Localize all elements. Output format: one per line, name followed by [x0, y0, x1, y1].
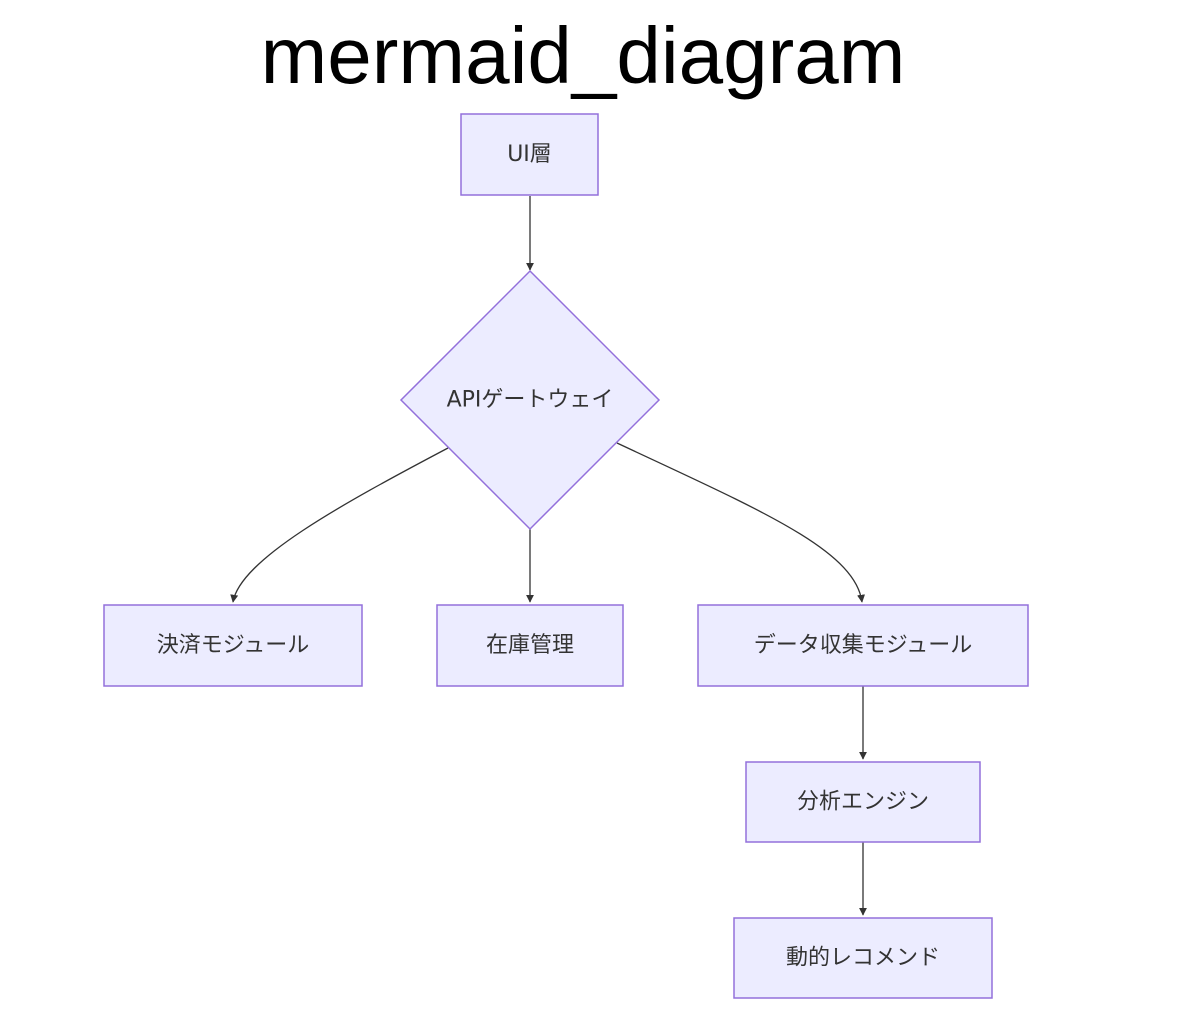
node-data-collection-module: データ収集モジュール [697, 604, 1029, 687]
node-payment-module-label: 決済モジュール [157, 633, 309, 658]
edge-api-to-payment [230, 447, 449, 603]
node-analytics-engine-label: 分析エンジン [797, 790, 929, 815]
edge-api-to-data-collect [616, 442, 865, 603]
node-inventory-label: 在庫管理 [486, 633, 574, 658]
node-ui-layer-label: UI層 [507, 142, 552, 167]
node-analytics-engine: 分析エンジン [745, 761, 981, 843]
node-payment-module: 決済モジュール [103, 604, 363, 687]
node-dynamic-recommend-label: 動的レコメンド [786, 946, 940, 971]
node-api-gateway: APIゲートウェイ [399, 269, 661, 531]
flowchart: UI層 APIゲートウェイ 決済モジュール 在庫管理 データ収集モジュール 分析… [103, 113, 1029, 999]
node-api-gateway-label: APIゲートウェイ [447, 388, 614, 413]
node-ui-layer: UI層 [460, 113, 599, 196]
node-data-collection-module-label: データ収集モジュール [754, 633, 972, 658]
node-inventory: 在庫管理 [436, 604, 624, 687]
node-dynamic-recommend: 動的レコメンド [733, 917, 993, 999]
